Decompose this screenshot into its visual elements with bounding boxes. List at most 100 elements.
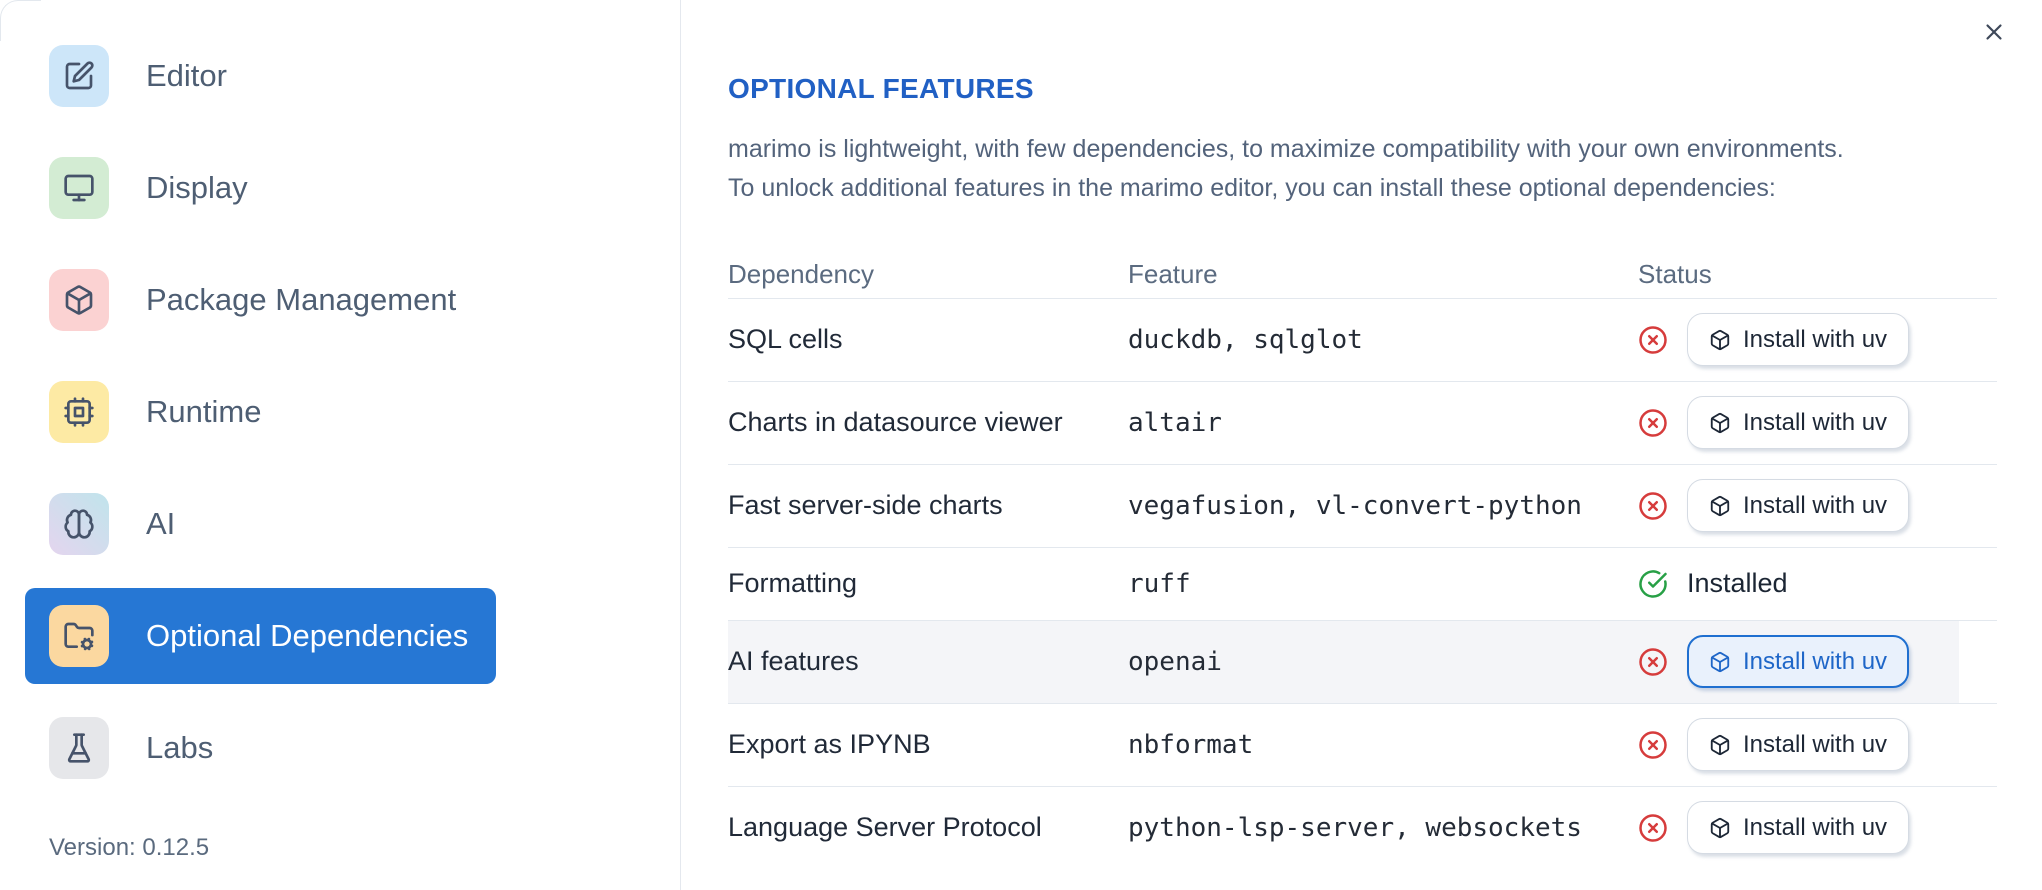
dependency-cell: Export as IPYNB [728, 729, 931, 760]
install-with-uv-button[interactable]: Install with uv [1687, 396, 1910, 450]
package-icon [65, 285, 93, 315]
status-installed-icon [1638, 569, 1668, 599]
install-with-uv-button[interactable]: Install with uv [1687, 801, 1910, 855]
icon-tile [49, 381, 109, 443]
install-with-uv-button[interactable]: Install with uv [1687, 635, 1910, 689]
sidebar-item-label: AI [146, 506, 176, 541]
sidebar-item-label: Display [146, 170, 248, 205]
circle-x-icon [1639, 409, 1667, 437]
dependencies-table: Dependency Feature Status SQL cells duckd… [728, 224, 1997, 869]
install-with-uv-button[interactable]: Install with uv [1687, 313, 1910, 367]
icon-tile [49, 717, 109, 779]
monitor-icon [64, 174, 94, 202]
sidebar-item-package-management[interactable]: Package Management [25, 252, 496, 348]
sidebar-item-labs[interactable]: Labs [25, 700, 496, 796]
status-cell: Install with uv [1638, 635, 1997, 689]
install-button-label: Install with uv [1743, 813, 1888, 841]
table-row: Charts in datasource viewer altair Install… [728, 382, 1997, 465]
status-cell: Installed [1638, 568, 1997, 599]
table-header: Dependency Feature Status [728, 224, 1997, 299]
box-icon [1710, 651, 1730, 672]
version-label: Version: 0.12.5 [49, 834, 210, 861]
sidebar-item-display[interactable]: Display [25, 140, 496, 236]
status-cell: Install with uv [1638, 801, 1997, 855]
status-missing-icon [1638, 491, 1668, 521]
feature-cell: ruff [1128, 568, 1191, 599]
circle-x-icon [1639, 731, 1667, 759]
status-cell: Install with uv [1638, 479, 1997, 533]
optional-features-panel: OPTIONAL FEATURES marimo is lightweight,… [681, 0, 2042, 890]
box-icon [1710, 495, 1730, 516]
square-pen-icon [65, 61, 94, 90]
feature-cell: python-lsp-server, websockets [1128, 812, 1582, 843]
installed-label: Installed [1687, 568, 1788, 599]
box-icon [1710, 817, 1730, 838]
dependency-cell: SQL cells [728, 324, 843, 355]
status-missing-icon [1638, 730, 1668, 760]
install-with-uv-button[interactable]: Install with uv [1687, 479, 1910, 533]
column-header-status: Status [1638, 259, 1712, 290]
settings-dialog: Editor Display Package Management Runtime AI… [0, 0, 2042, 890]
description-line: marimo is lightweight, with few dependen… [728, 134, 1844, 163]
table-row: Export as IPYNB nbformat Install with uv [728, 704, 1997, 787]
brain-icon [64, 509, 94, 539]
table-row: AI features openai Install with uv [728, 620, 1997, 704]
table-row: Fast server-side charts vegafusion, vl-co… [728, 465, 1997, 548]
install-button-label: Install with uv [1743, 647, 1888, 675]
circle-x-icon [1639, 814, 1667, 842]
close-button[interactable] [1972, 10, 2016, 54]
feature-cell: duckdb, sqlglot [1128, 324, 1363, 355]
circle-x-icon [1639, 648, 1667, 676]
icon-tile [49, 45, 109, 107]
table-row: Language Server Protocol python-lsp-serve… [728, 787, 1997, 869]
page-title: OPTIONAL FEATURES [728, 72, 1034, 104]
column-header-dependency: Dependency [728, 259, 874, 290]
table-row: SQL cells duckdb, sqlglot Install with uv [728, 299, 1997, 382]
settings-sidebar: Editor Display Package Management Runtime AI… [0, 0, 681, 890]
sidebar-item-label: Runtime [146, 394, 262, 429]
sidebar-item-editor[interactable]: Editor [25, 28, 496, 124]
circle-check-icon [1639, 570, 1667, 598]
install-button-label: Install with uv [1743, 408, 1888, 436]
x-icon [1986, 24, 2002, 40]
status-missing-icon [1638, 325, 1668, 355]
sidebar-nav: Editor Display Package Management Runtime AI… [25, 28, 680, 796]
feature-cell: openai [1128, 646, 1222, 677]
status-missing-icon [1638, 408, 1668, 438]
status-cell: Install with uv [1638, 313, 1997, 367]
install-button-label: Install with uv [1743, 325, 1888, 353]
status-missing-icon [1638, 813, 1668, 843]
icon-tile [49, 157, 109, 219]
sidebar-item-label: Labs [146, 730, 214, 765]
dependency-cell: Fast server-side charts [728, 490, 1003, 521]
install-button-label: Install with uv [1743, 730, 1888, 758]
status-missing-icon [1638, 647, 1668, 677]
status-cell: Install with uv [1638, 718, 1997, 772]
feature-cell: altair [1128, 407, 1222, 438]
table-body: SQL cells duckdb, sqlglot Install with uv C… [728, 299, 1997, 869]
icon-tile [49, 269, 109, 331]
icon-tile [49, 605, 109, 667]
table-row: Formatting ruff Installed [728, 548, 1997, 621]
sidebar-item-optional-dependencies[interactable]: Optional Dependencies [25, 588, 496, 684]
description-line: To unlock additional features in the mar… [728, 173, 1776, 202]
dependency-cell: Formatting [728, 568, 858, 599]
feature-cell: nbformat [1128, 729, 1254, 760]
dependency-cell: Charts in datasource viewer [728, 407, 1063, 438]
status-cell: Install with uv [1638, 396, 1997, 450]
sidebar-item-label: Optional Dependencies [146, 618, 469, 653]
install-with-uv-button[interactable]: Install with uv [1687, 718, 1910, 772]
flask-icon [67, 733, 91, 763]
install-button-label: Install with uv [1743, 491, 1888, 519]
sidebar-item-label: Editor [146, 58, 227, 93]
column-header-feature: Feature [1128, 259, 1218, 290]
feature-cell: vegafusion, vl-convert-python [1128, 490, 1582, 521]
box-icon [1710, 329, 1730, 350]
dependency-cell: AI features [728, 646, 859, 677]
dependency-cell: Language Server Protocol [728, 812, 1042, 843]
sidebar-item-ai[interactable]: AI [25, 476, 496, 572]
sidebar-item-label: Package Management [146, 282, 457, 317]
circle-x-icon [1639, 326, 1667, 354]
folder-cog-icon [64, 622, 94, 651]
sidebar-item-runtime[interactable]: Runtime [25, 364, 496, 460]
